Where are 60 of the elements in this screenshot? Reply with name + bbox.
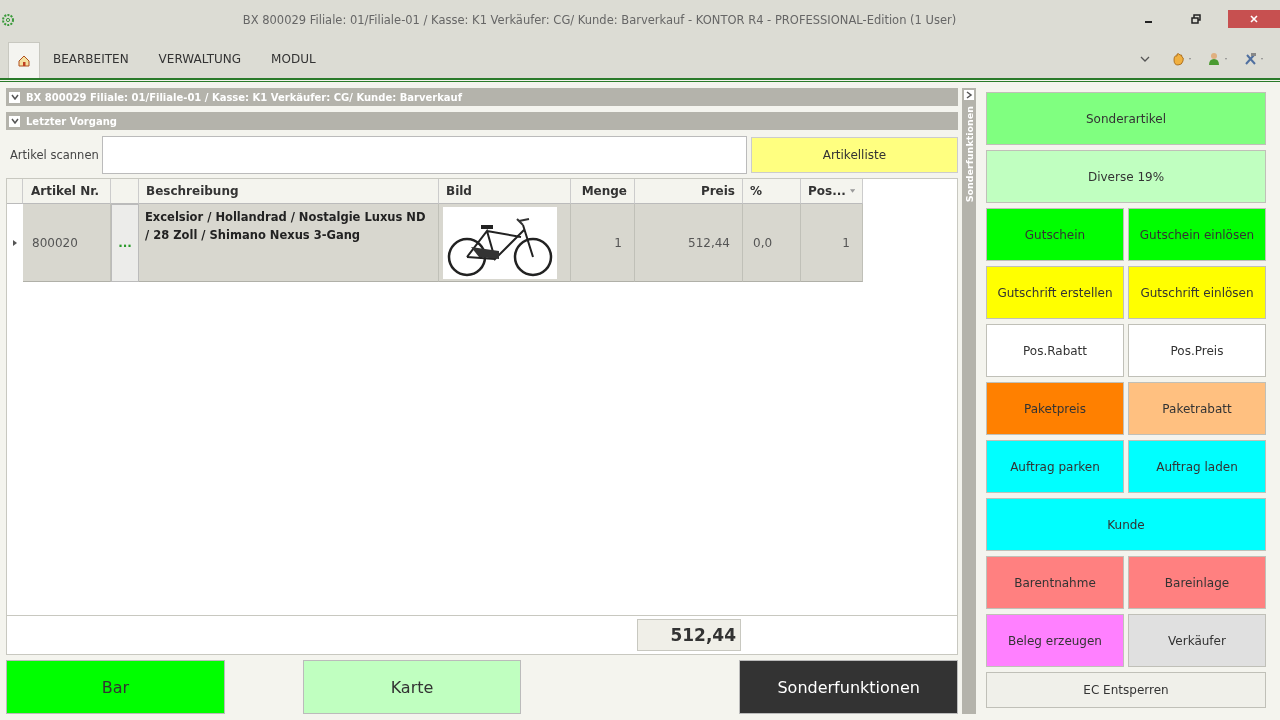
collapse-icon[interactable]: [9, 115, 20, 127]
function-button[interactable]: Auftrag laden: [1128, 440, 1266, 493]
payment-button[interactable]: Sonderfunktionen: [739, 660, 958, 714]
column-header[interactable]: Pos...: [801, 179, 863, 204]
function-button[interactable]: Gutschrift erstellen: [986, 266, 1124, 319]
function-button[interactable]: Beleg erzeugen: [986, 614, 1124, 667]
function-button[interactable]: Gutschrift einlösen: [1128, 266, 1266, 319]
column-header[interactable]: Artikel Nr.: [23, 179, 111, 204]
home-tab[interactable]: [8, 42, 40, 78]
row-indicator-icon: [13, 240, 17, 246]
total-amount: 512,44: [637, 619, 741, 651]
table-cell: 800020: [23, 204, 111, 282]
column-header[interactable]: Preis: [635, 179, 743, 204]
gear-icon: [1, 13, 15, 27]
section-title: BX 800029 Filiale: 01/Filiale-01 / Kasse: K1 Verkäufer: CG/ Kunde: Barverkauf: [26, 91, 463, 103]
tools-icon[interactable]: [1244, 52, 1266, 66]
function-button[interactable]: Barentnahme: [986, 556, 1124, 609]
function-button[interactable]: Gutschein: [986, 208, 1124, 261]
function-button[interactable]: Kunde: [986, 498, 1266, 551]
function-button[interactable]: Verkäufer: [1128, 614, 1266, 667]
payment-button[interactable]: Bar: [6, 660, 225, 714]
section-title: Letzter Vorgang: [26, 115, 117, 127]
table-cell: 512,44: [635, 204, 743, 282]
column-header[interactable]: Bild: [439, 179, 571, 204]
article-list-button[interactable]: Artikelliste: [750, 137, 958, 173]
restore-icon: [1191, 14, 1201, 24]
table-cell: Excelsior / Hollandrad / Nostalgie Luxus ND / 28 Zoll / Shimano Nexus 3-Gang: [139, 204, 439, 282]
menu-tab[interactable]: VERWALTUNG: [145, 44, 255, 74]
side-panel-title: Sonderfunktionen: [963, 106, 975, 203]
function-button[interactable]: Auftrag parken: [986, 440, 1124, 493]
expand-icon[interactable]: [964, 90, 974, 100]
function-button[interactable]: Sonderartikel: [986, 92, 1266, 145]
menu-tab[interactable]: MODUL: [258, 44, 329, 74]
table-cell: 1: [571, 204, 635, 282]
menu-tab[interactable]: BEARBEITEN: [40, 44, 142, 74]
minimize-icon: [1144, 21, 1152, 23]
function-button[interactable]: Paketrabatt: [1128, 382, 1266, 435]
scan-field[interactable]: [101, 136, 747, 174]
function-button[interactable]: Pos.Rabatt: [986, 324, 1124, 377]
column-header[interactable]: Beschreibung: [139, 179, 439, 204]
scan-label: Artikel scannen: [9, 148, 100, 162]
table-cell: 1: [801, 204, 863, 282]
function-button[interactable]: Paketpreis: [986, 382, 1124, 435]
table-cell: 0,0: [743, 204, 801, 282]
function-button[interactable]: Bareinlage: [1128, 556, 1266, 609]
collapse-icon[interactable]: [9, 91, 20, 103]
sort-icon[interactable]: [849, 189, 855, 193]
function-button[interactable]: Diverse 19%: [986, 150, 1266, 203]
function-button[interactable]: Gutschein einlösen: [1128, 208, 1266, 261]
function-button[interactable]: Pos.Preis: [1128, 324, 1266, 377]
chevron-down-icon[interactable]: [1140, 56, 1150, 62]
payment-button[interactable]: Karte: [302, 660, 522, 714]
home-icon: [17, 53, 31, 68]
window-title: BX 800029 Filiale: 01/Filiale-01 / Kasse: K1 Verkäufer: CG/ Kunde: Barverkauf - KONTOR R4 - PROFESSIONAL-Edition (1 User): [241, 13, 958, 27]
close-button[interactable]: [1228, 10, 1280, 28]
column-header[interactable]: %: [743, 179, 801, 204]
user-icon[interactable]: [1208, 52, 1230, 66]
close-icon: [1249, 14, 1259, 24]
column-header[interactable]: Menge: [571, 179, 635, 204]
function-button[interactable]: EC Entsperren: [986, 672, 1266, 708]
